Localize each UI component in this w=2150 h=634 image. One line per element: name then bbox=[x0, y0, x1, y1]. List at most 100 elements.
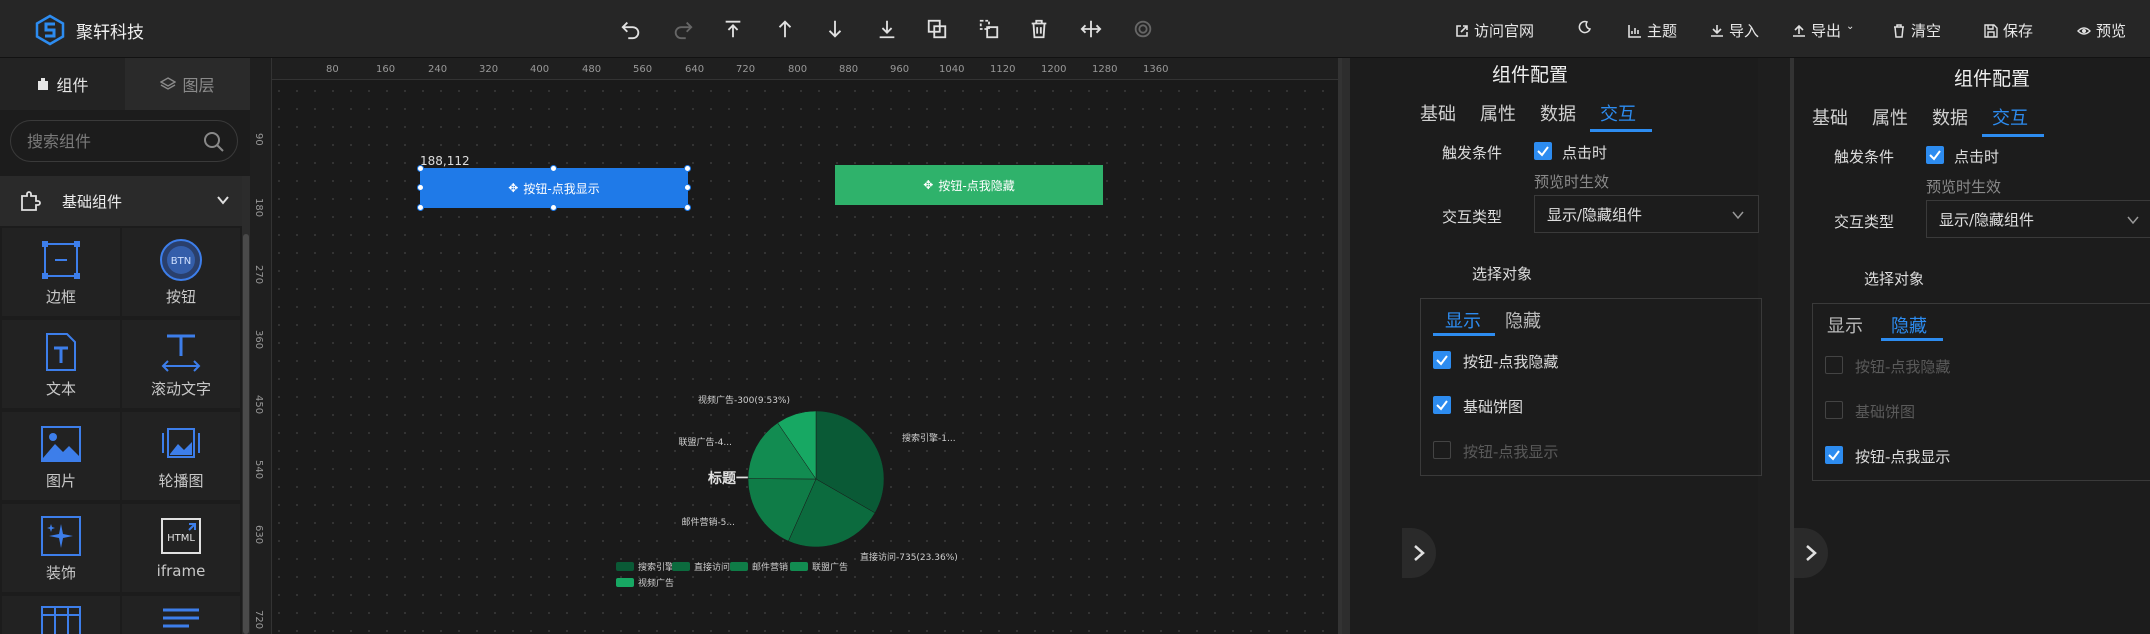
legend-swatch[interactable] bbox=[730, 562, 748, 571]
pie-chart-component[interactable]: 标题一 视频广告-300(9.53%) 联盟广告-4... 邮件营销-5... 直接访… bbox=[610, 328, 990, 598]
target-checkbox[interactable] bbox=[1433, 396, 1451, 414]
brand-name: 聚轩科技 bbox=[76, 23, 144, 43]
ungroup-icon[interactable] bbox=[978, 18, 1002, 42]
ruler-tick: 960 bbox=[890, 64, 910, 75]
lock-icon[interactable] bbox=[1132, 18, 1156, 42]
preview-button[interactable]: 预览 bbox=[2077, 20, 2126, 41]
search-input[interactable] bbox=[25, 129, 195, 153]
legend-swatch[interactable] bbox=[616, 578, 634, 587]
visit-site-button[interactable]: 访问官网 bbox=[1455, 20, 1534, 41]
distribute-icon[interactable] bbox=[1080, 18, 1104, 42]
redo-icon[interactable] bbox=[672, 18, 696, 42]
legend-swatch[interactable] bbox=[616, 562, 634, 571]
tab-basic[interactable]: 基础 bbox=[1812, 104, 1848, 130]
component-label: 轮播图 bbox=[158, 472, 204, 490]
save-icon bbox=[1984, 23, 1998, 38]
legend-label[interactable]: 视频广告 bbox=[638, 577, 674, 589]
ruler-tick: 1120 bbox=[990, 64, 1016, 75]
resize-handle[interactable] bbox=[417, 204, 424, 211]
sidebar-scrollbar[interactable] bbox=[242, 176, 250, 634]
component-button[interactable]: BTN 按钮 bbox=[122, 228, 240, 316]
export-button[interactable]: 导出 ⌄ bbox=[1792, 20, 1854, 41]
panel-scrollbar[interactable] bbox=[1342, 58, 1350, 634]
send-to-bottom-icon[interactable] bbox=[876, 18, 900, 42]
resize-handle[interactable] bbox=[417, 184, 424, 191]
legend-label[interactable]: 搜索引擎 bbox=[638, 561, 674, 573]
component-border[interactable]: 边框 bbox=[2, 228, 120, 316]
layers-icon bbox=[160, 77, 177, 90]
save-button[interactable]: 保存 bbox=[1984, 20, 2033, 41]
theme-button[interactable]: 主题 bbox=[1628, 20, 1677, 41]
show-button-label: 按钮-点我显示 bbox=[523, 181, 600, 196]
bring-to-top-icon[interactable] bbox=[722, 18, 746, 42]
component-carousel[interactable]: 轮播图 bbox=[122, 412, 240, 500]
show-button-component[interactable]: ✥ 按钮-点我显示 bbox=[420, 168, 688, 208]
tab-properties[interactable]: 属性 bbox=[1480, 100, 1516, 126]
trigger-checkbox[interactable] bbox=[1926, 146, 1944, 164]
component-table[interactable] bbox=[2, 596, 120, 634]
tab-data[interactable]: 数据 bbox=[1932, 104, 1968, 130]
tab-layers[interactable]: 图层 bbox=[125, 58, 250, 110]
target-checkbox[interactable] bbox=[1433, 351, 1451, 369]
interaction-type-select[interactable]: 显示/隐藏组件 bbox=[1926, 200, 2150, 238]
inner-tab-hide[interactable]: 隐藏 bbox=[1505, 307, 1541, 333]
import-button[interactable]: 导入 bbox=[1710, 20, 1759, 41]
resize-handle[interactable] bbox=[550, 165, 557, 172]
component-list[interactable] bbox=[122, 596, 240, 634]
component-iframe[interactable]: HTML iframe bbox=[122, 504, 240, 592]
ruler-tick: 240 bbox=[428, 64, 448, 75]
clear-label: 清空 bbox=[1911, 22, 1942, 40]
tab-properties[interactable]: 属性 bbox=[1872, 104, 1908, 130]
undo-icon[interactable] bbox=[620, 18, 644, 42]
basic-components-group[interactable]: 基础组件 bbox=[0, 176, 250, 226]
move-down-icon[interactable] bbox=[824, 18, 848, 42]
resize-handle[interactable] bbox=[684, 165, 691, 172]
ruler-tick: 180 bbox=[253, 198, 264, 218]
tab-interaction[interactable]: 交互 bbox=[1992, 104, 2028, 130]
component-scroll-text[interactable]: 滚动文字 bbox=[122, 320, 240, 408]
collapse-panel-button[interactable] bbox=[1794, 528, 1828, 578]
preview-hint: 预览时生效 bbox=[1926, 178, 2002, 196]
ruler-tick: 90 bbox=[253, 133, 264, 146]
legend-swatch[interactable] bbox=[790, 562, 808, 571]
inner-tab-show[interactable]: 显示 bbox=[1827, 312, 1863, 338]
component-search bbox=[10, 120, 238, 162]
inner-tab-hide[interactable]: 隐藏 bbox=[1891, 312, 1927, 338]
move-up-icon[interactable] bbox=[774, 18, 798, 42]
trigger-option-label: 点击时 bbox=[1562, 144, 1608, 162]
export-label: 导出 bbox=[1811, 22, 1842, 40]
tab-components[interactable]: 组件 bbox=[0, 58, 125, 110]
ruler-tick: 320 bbox=[479, 64, 499, 75]
resize-handle[interactable] bbox=[417, 165, 424, 172]
tab-interaction[interactable]: 交互 bbox=[1600, 100, 1636, 126]
tab-basic[interactable]: 基础 bbox=[1420, 100, 1456, 126]
group-icon[interactable] bbox=[926, 18, 950, 42]
component-decoration[interactable]: 装饰 bbox=[2, 504, 120, 592]
legend-label[interactable]: 直接访问 bbox=[694, 561, 730, 573]
legend-swatch[interactable] bbox=[672, 562, 690, 571]
delete-icon[interactable] bbox=[1028, 18, 1052, 42]
resize-handle[interactable] bbox=[684, 184, 691, 191]
legend-label[interactable]: 邮件营销 bbox=[752, 561, 788, 573]
resize-handle[interactable] bbox=[550, 204, 557, 211]
dark-mode-toggle[interactable] bbox=[1578, 20, 1592, 34]
border-frame-icon bbox=[42, 241, 80, 279]
component-image[interactable]: 图片 bbox=[2, 412, 120, 500]
search-icon[interactable] bbox=[203, 131, 225, 153]
hide-button-component[interactable]: ✥ 按钮-点我隐藏 bbox=[835, 165, 1103, 205]
ruler-tick: 720 bbox=[736, 64, 756, 75]
component-text[interactable]: 文本 bbox=[2, 320, 120, 408]
target-checkbox[interactable] bbox=[1825, 446, 1843, 464]
slice-label: 视频广告-300(9.53%) bbox=[698, 394, 790, 406]
tab-data[interactable]: 数据 bbox=[1540, 100, 1576, 126]
legend-label[interactable]: 联盟广告 bbox=[812, 561, 848, 573]
config-panel-right: 组件配置 基础 属性 数据 交互 触发条件 点击时 预览时生效 交互类型 显示/… bbox=[1790, 58, 2150, 634]
inner-tab-show[interactable]: 显示 bbox=[1445, 307, 1481, 333]
resize-handle[interactable] bbox=[684, 204, 691, 211]
interaction-type-select[interactable]: 显示/隐藏组件 bbox=[1534, 195, 1759, 233]
trigger-checkbox[interactable] bbox=[1534, 142, 1552, 160]
clear-button[interactable]: 清空 bbox=[1892, 20, 1941, 41]
component-label: 图片 bbox=[45, 472, 76, 490]
collapse-panel-button[interactable] bbox=[1402, 528, 1436, 578]
editor-canvas[interactable]: 80 160 240 320 400 480 560 640 720 800 8… bbox=[250, 58, 1369, 634]
